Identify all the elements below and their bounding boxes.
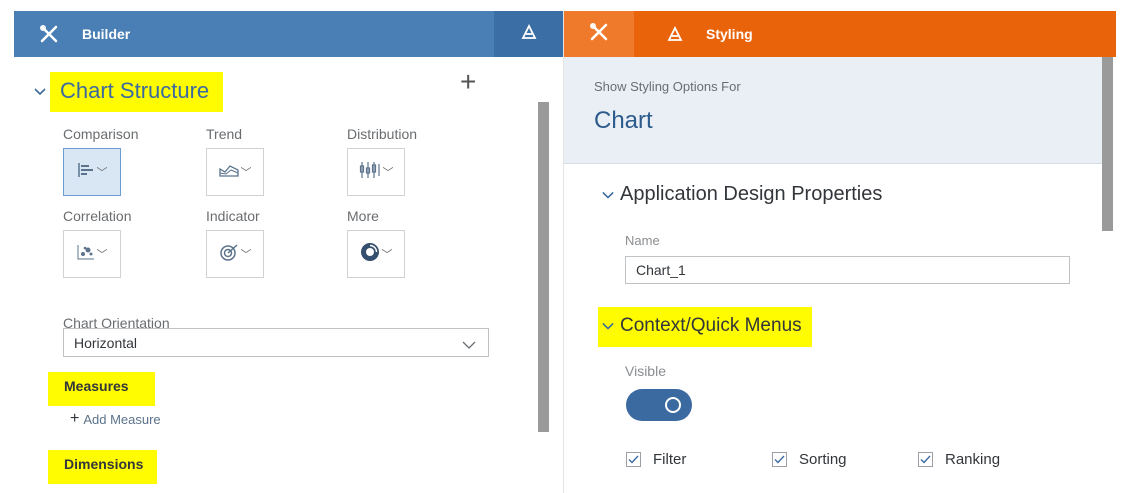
chevron-down-icon [462, 337, 476, 353]
plus-icon: + [70, 410, 80, 427]
correlation-button[interactable]: ﹀ [63, 230, 121, 278]
tab-styling-label: Styling [706, 26, 753, 42]
box-plot-icon [359, 161, 381, 184]
builder-header: Builder [14, 11, 563, 57]
chart-type-label: Distribution [347, 126, 418, 142]
filter-checkbox[interactable]: Filter [626, 451, 686, 468]
styling-scrollbar[interactable] [1102, 57, 1113, 231]
application-design-properties-title: Application Design Properties [620, 183, 883, 205]
dimensions-label: Dimensions [48, 450, 158, 484]
chevron-down-icon [602, 189, 614, 201]
visible-label: Visible [625, 363, 666, 379]
chart-orientation-value: Horizontal [74, 334, 138, 351]
chart-type-label: Indicator [206, 208, 260, 224]
chart-type-label: More [347, 208, 379, 224]
styling-target-label: Show Styling Options For [594, 79, 741, 94]
chart-type-indicator: Indicator ﹀ [206, 208, 346, 278]
ranking-label: Ranking [945, 451, 1001, 468]
chevron-down-icon[interactable] [34, 86, 46, 98]
builder-scrollbar[interactable] [538, 102, 549, 432]
sorting-label: Sorting [799, 451, 847, 468]
chevron-down-icon: ﹀ [96, 167, 108, 179]
chart-orientation-select[interactable]: Horizontal [63, 328, 489, 357]
context-quick-menus-header[interactable]: Context/Quick Menus [598, 307, 812, 347]
chart-type-more: More ﹀ [347, 208, 487, 278]
chart-structure-header[interactable]: Chart Structure [34, 72, 224, 112]
chart-type-label: Trend [206, 126, 243, 142]
chart-type-comparison: Comparison ﹀ [63, 126, 203, 196]
sorting-checkbox[interactable]: Sorting [772, 451, 847, 468]
chevron-down-icon: ﹀ [240, 167, 252, 179]
tab-styling[interactable]: Styling [634, 11, 753, 57]
chart-type-label: Correlation [63, 208, 132, 224]
tab-styling-collapsed[interactable] [494, 11, 563, 57]
tab-builder[interactable]: Builder [14, 11, 494, 57]
name-label: Name [625, 233, 660, 248]
context-quick-menus-title: Context/Quick Menus [620, 315, 802, 336]
filter-label: Filter [653, 451, 687, 468]
toggle-knob [665, 397, 681, 413]
styling-header: Styling [564, 11, 1116, 57]
styling-target-box: Show Styling Options For Chart [564, 57, 1102, 164]
chart-type-trend: Trend ﹀ [206, 126, 346, 196]
chevron-down-icon: ﹀ [240, 249, 252, 261]
donut-chart-icon [360, 242, 380, 267]
application-design-properties-header[interactable]: Application Design Properties [602, 183, 882, 206]
tab-builder-label: Builder [82, 26, 131, 42]
visible-toggle[interactable] [626, 389, 692, 421]
area-chart-icon [218, 163, 239, 182]
paint-icon [519, 22, 539, 47]
distribution-button[interactable]: ﹀ [347, 148, 405, 196]
chevron-down-icon: ﹀ [96, 249, 108, 261]
tab-builder-collapsed[interactable] [564, 11, 634, 57]
measures-label: Measures [48, 372, 155, 406]
scatter-chart-icon [77, 244, 95, 265]
styling-panel: Styling Show Styling Options For Chart A… [563, 11, 1116, 493]
chart-type-label: Comparison [63, 126, 139, 142]
comparison-button[interactable]: ﹀ [63, 148, 121, 196]
ranking-checkbox[interactable]: Ranking [918, 451, 1000, 468]
indicator-button[interactable]: ﹀ [206, 230, 264, 278]
chevron-down-icon: ﹀ [381, 249, 393, 261]
add-measure-link[interactable]: + Add Measure [70, 410, 161, 428]
chevron-down-icon: ﹀ [382, 167, 394, 179]
styling-target-value: Chart [594, 107, 653, 134]
add-measure-label: Add Measure [83, 411, 161, 427]
tools-icon [38, 23, 60, 45]
add-button[interactable]: + [460, 68, 476, 96]
more-button[interactable]: ﹀ [347, 230, 405, 278]
chart-type-distribution: Distribution ﹀ [347, 126, 487, 196]
checkmark-icon [626, 452, 641, 467]
checkmark-icon [918, 452, 933, 467]
target-icon [219, 243, 239, 266]
chevron-down-icon [602, 320, 614, 332]
chart-type-correlation: Correlation ﹀ [63, 208, 203, 278]
tools-icon [589, 22, 609, 47]
checkmark-icon [772, 452, 787, 467]
chart-structure-title: Chart Structure [50, 72, 224, 112]
paint-icon [664, 23, 686, 45]
bar-chart-icon [77, 162, 95, 183]
trend-button[interactable]: ﹀ [206, 148, 264, 196]
name-input[interactable]: Chart_1 [625, 256, 1070, 284]
